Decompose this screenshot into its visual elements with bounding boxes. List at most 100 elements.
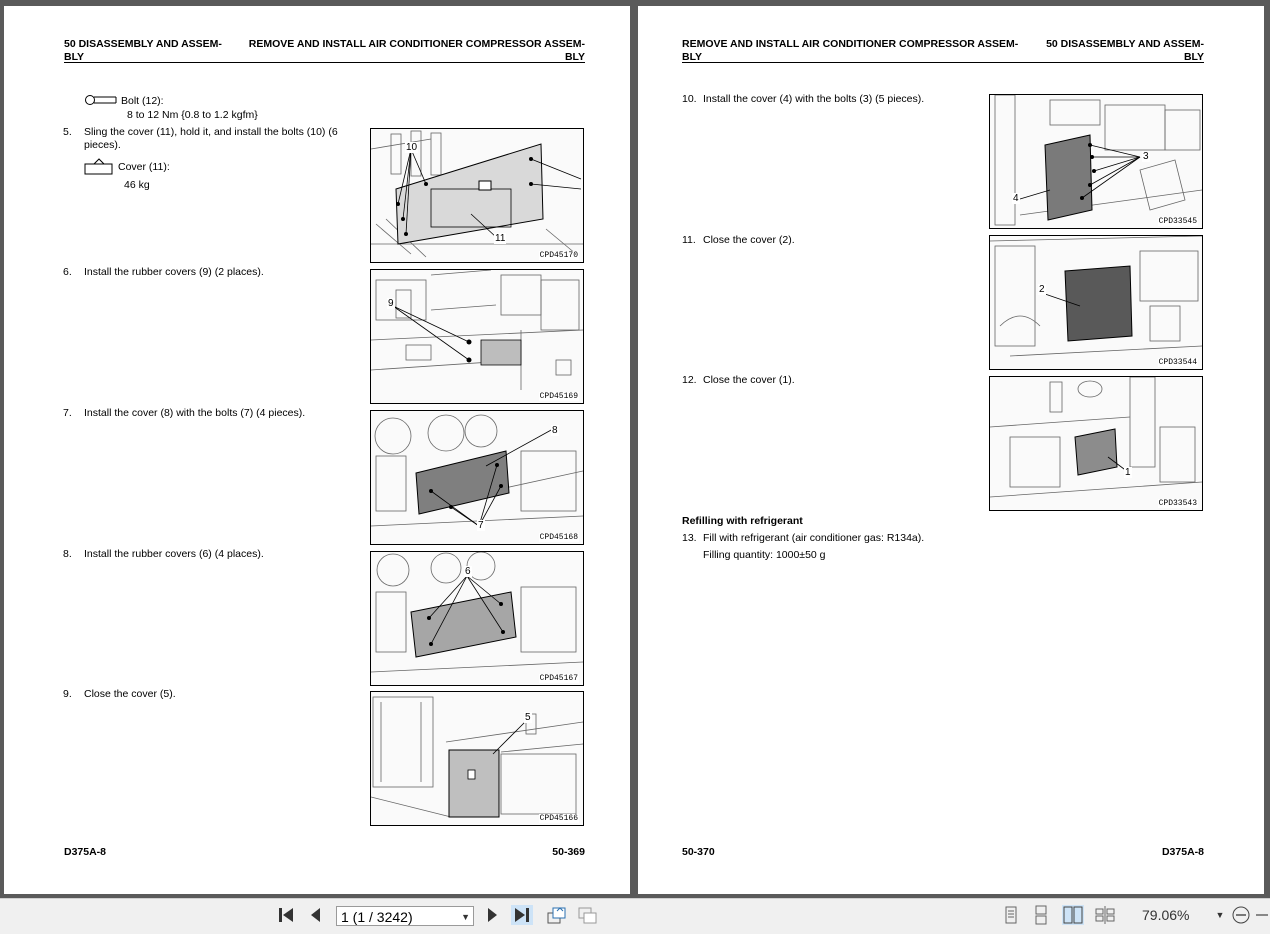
illustration-cover-4: 3 4 CPD33545 xyxy=(989,94,1203,229)
page-header-right: 50 DISASSEMBLY AND ASSEM- BLY xyxy=(1046,38,1204,64)
illustration-rubber-covers-6: 6 CPD45167 xyxy=(370,551,584,686)
callout-label: 9 xyxy=(387,298,395,309)
page-number-value: 1 (1 / 3242) xyxy=(341,909,413,925)
callout-label: 3 xyxy=(1142,151,1150,162)
torque-label: Bolt (12): xyxy=(121,95,164,107)
page-footer-model: D375A-8 xyxy=(64,846,107,858)
step-number: 6. xyxy=(63,266,72,278)
illustration-cover-1: 1 CPD33543 xyxy=(989,376,1203,511)
header-rule xyxy=(64,62,585,63)
step-number: 12. xyxy=(682,374,697,386)
step-number: 11. xyxy=(682,234,696,246)
step-text: Fill with refrigerant (air conditioner g… xyxy=(703,532,925,544)
step-number: 5. xyxy=(63,126,72,138)
callout-label: 5 xyxy=(524,712,532,723)
illustration-drawing xyxy=(371,130,583,258)
zoom-out-button[interactable] xyxy=(1230,905,1252,925)
page-footer-number: 50-369 xyxy=(552,846,585,858)
callout-label: 11 xyxy=(494,233,507,244)
next-page-icon xyxy=(488,908,497,922)
zoom-dropdown-icon[interactable]: ▼ xyxy=(1213,905,1227,925)
torque-value: 8 to 12 Nm {0.8 to 1.2 kgfm} xyxy=(127,109,258,121)
callout-label: 8 xyxy=(551,425,559,436)
go-forward-button[interactable] xyxy=(576,905,598,925)
header-right-line1: REMOVE AND INSTALL AIR CONDITIONER COMPR… xyxy=(248,38,585,50)
two-page-view-icon xyxy=(1063,906,1083,924)
weight-icon xyxy=(84,158,113,175)
page-footer-model: D375A-8 xyxy=(1161,846,1204,858)
figure-code: CPD45166 xyxy=(538,814,579,823)
first-page-button[interactable] xyxy=(275,905,297,925)
page-header-left: 50 DISASSEMBLY AND ASSEM- BLY xyxy=(64,38,222,64)
step-text-line: pieces). xyxy=(84,139,121,151)
figure-code: CPD33545 xyxy=(1157,217,1198,226)
document-page-left: 50 DISASSEMBLY AND ASSEM- BLY REMOVE AND… xyxy=(4,6,630,894)
step-number: 13. xyxy=(682,532,697,544)
illustration-cover-2: 2 CPD33544 xyxy=(989,235,1203,370)
step-number: 9. xyxy=(63,688,72,700)
illustration-cover-bolts: 10 11 CPD45170 xyxy=(370,128,584,263)
figure-code: CPD33543 xyxy=(1157,499,1198,508)
step-text: Close the cover (5). xyxy=(84,688,176,700)
step-number: 8. xyxy=(63,548,72,560)
page-number-select[interactable]: 1 (1 / 3242) ▼ xyxy=(336,906,474,926)
two-page-view-button[interactable] xyxy=(1062,905,1084,925)
filling-quantity: Filling quantity: 1000±50 g xyxy=(703,549,826,561)
zoom-in-icon xyxy=(1256,914,1268,916)
zoom-level[interactable]: 79.06% xyxy=(1142,907,1189,923)
last-page-button[interactable] xyxy=(511,905,533,925)
single-page-view-button[interactable] xyxy=(1000,905,1022,925)
page-header-left: REMOVE AND INSTALL AIR CONDITIONER COMPR… xyxy=(682,38,1018,64)
next-page-button[interactable] xyxy=(481,905,503,925)
callout-label: 2 xyxy=(1038,284,1046,295)
last-page-icon xyxy=(515,908,529,922)
previous-page-button[interactable] xyxy=(305,905,327,925)
step-text: Install the cover (4) with the bolts (3)… xyxy=(703,93,925,105)
go-back-button[interactable] xyxy=(545,905,567,925)
two-page-continuous-view-icon xyxy=(1095,906,1115,924)
previous-page-icon xyxy=(311,908,320,922)
callout-label: 4 xyxy=(1012,193,1020,204)
step-text-line: Sling the cover (11), hold it, and insta… xyxy=(84,126,338,138)
illustration-drawing xyxy=(371,696,583,818)
illustration-drawing xyxy=(371,552,583,673)
step-number: 7. xyxy=(63,407,72,419)
page-header-right: REMOVE AND INSTALL AIR CONDITIONER COMPR… xyxy=(249,38,585,64)
step-text: Close the cover (2). xyxy=(703,234,795,246)
single-page-view-icon xyxy=(1005,906,1017,924)
two-page-continuous-view-button[interactable] xyxy=(1094,905,1116,925)
illustration-cover-5: 5 CPD45166 xyxy=(370,691,584,826)
wrench-icon xyxy=(85,95,117,105)
header-left-line1: REMOVE AND INSTALL AIR CONDITIONER COMPR… xyxy=(682,38,1019,50)
step-text: Install the rubber covers (6) (4 places)… xyxy=(84,548,264,560)
illustration-rubber-covers-9: 9 CPD45169 xyxy=(370,269,584,404)
header-left-line1: 50 DISASSEMBLY AND ASSEM- xyxy=(64,38,222,50)
first-page-icon xyxy=(279,908,293,922)
go-back-icon xyxy=(547,907,566,924)
figure-code: CPD45169 xyxy=(538,392,579,401)
document-page-right: REMOVE AND INSTALL AIR CONDITIONER COMPR… xyxy=(638,6,1264,894)
figure-code: CPD45168 xyxy=(538,533,579,542)
zoom-in-button-partial[interactable] xyxy=(1254,905,1268,925)
illustration-drawing xyxy=(990,236,1202,357)
continuous-view-icon xyxy=(1035,905,1047,925)
chevron-down-icon: ▼ xyxy=(461,912,470,922)
callout-label: 10 xyxy=(405,142,419,153)
illustration-drawing xyxy=(371,270,583,390)
callout-label: 7 xyxy=(477,520,485,531)
step-number: 10. xyxy=(682,93,697,105)
figure-code: CPD45167 xyxy=(538,674,579,683)
page-footer-number: 50-370 xyxy=(682,846,715,858)
callout-label: 6 xyxy=(464,566,472,577)
header-right-line1: 50 DISASSEMBLY AND ASSEM- xyxy=(1046,38,1204,50)
step-text: Install the rubber covers (9) (2 places)… xyxy=(84,266,264,278)
illustration-cover-8: 8 7 CPD45168 xyxy=(370,410,584,545)
continuous-view-button[interactable] xyxy=(1030,905,1052,925)
illustration-drawing xyxy=(994,95,1202,226)
callout-label: 1 xyxy=(1124,467,1132,478)
zoom-out-icon xyxy=(1232,906,1250,924)
illustration-drawing xyxy=(990,377,1202,498)
weight-label: Cover (11): xyxy=(118,161,170,173)
header-rule xyxy=(682,62,1204,63)
step-text: Install the cover (8) with the bolts (7)… xyxy=(84,407,306,419)
